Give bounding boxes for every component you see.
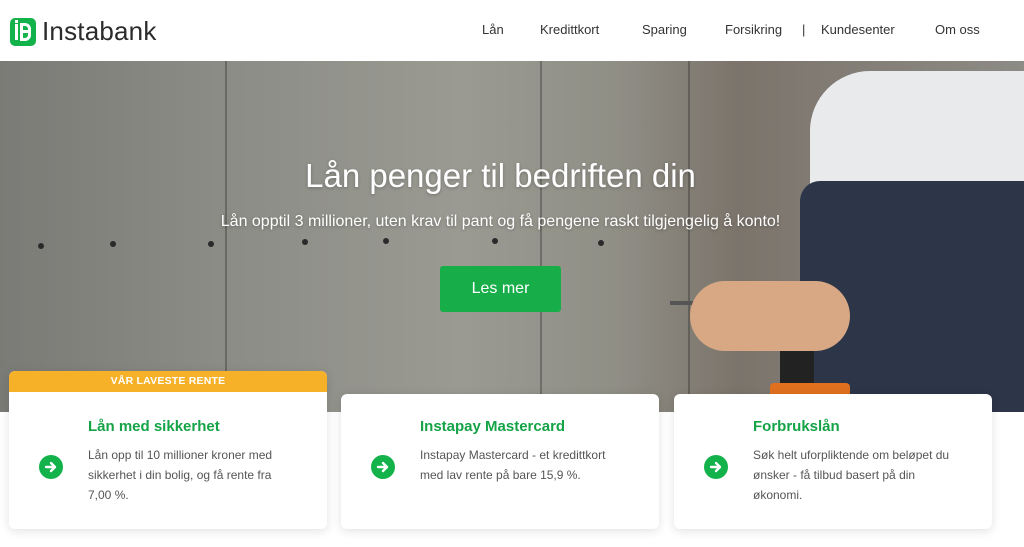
nav-item-om-oss[interactable]: Om oss [935, 22, 980, 37]
site-header: Instabank Lån Kredittkort Sparing Forsik… [0, 0, 1024, 61]
card-description: Instapay Mastercard - et kredittkort med… [420, 448, 606, 482]
card-lan-med-sikkerhet[interactable]: VÅR LAVESTE RENTE Lån med sikkerhet Lån … [9, 371, 327, 529]
card-description: Lån opp til 10 millioner kroner med sikk… [88, 448, 273, 502]
card-description: Søk helt uforpliktende om beløpet du øns… [753, 448, 950, 502]
card-title[interactable]: Instapay Mastercard [420, 418, 565, 435]
arrow-right-circle-icon[interactable] [39, 455, 63, 479]
instabank-logo[interactable]: Instabank [10, 16, 157, 47]
card-instapay-mastercard[interactable]: Instapay Mastercard Instapay Mastercard … [341, 394, 659, 529]
card-forbrukslan[interactable]: Forbrukslån Søk helt uforpliktende om be… [674, 394, 992, 529]
logo-mark-icon [10, 17, 36, 46]
hero-title: Lån penger til bedriften din [305, 157, 696, 194]
nav-item-kredittkort[interactable]: Kredittkort [540, 22, 599, 37]
arrow-right-circle-icon[interactable] [704, 455, 728, 479]
nav-item-forsikring[interactable]: Forsikring [725, 22, 782, 37]
logo-text: Instabank [42, 16, 157, 46]
lowest-rate-ribbon: VÅR LAVESTE RENTE [9, 371, 327, 392]
nav-item-kundesenter[interactable]: Kundesenter [821, 22, 895, 37]
hero-subtitle: Lån opptil 3 millioner, uten krav til pa… [220, 213, 781, 230]
nav-item-lan[interactable]: Lån [482, 22, 504, 37]
card-title[interactable]: Forbrukslån [753, 418, 840, 435]
card-title[interactable]: Lån med sikkerhet [88, 418, 220, 435]
nav-separator: | [802, 22, 806, 37]
hero-banner: Lån penger til bedriften din Lån opptil … [0, 61, 1024, 412]
arrow-right-circle-icon[interactable] [371, 455, 395, 479]
les-mer-button[interactable]: Les mer [440, 266, 561, 312]
nav-item-sparing[interactable]: Sparing [642, 22, 687, 37]
